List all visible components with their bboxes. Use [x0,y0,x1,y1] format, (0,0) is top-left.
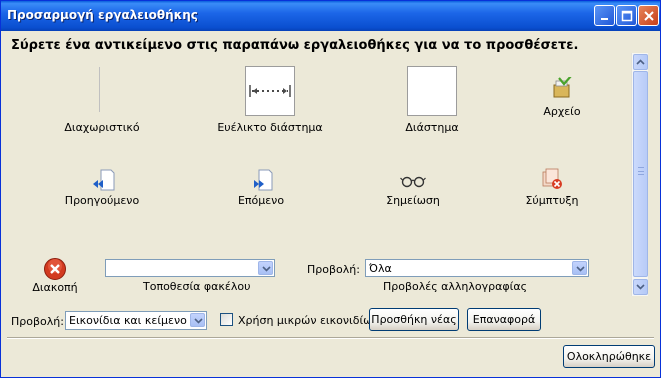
minimize-icon [601,18,608,20]
grip-icon [638,167,644,175]
item-label: Σύμπτυξη [525,194,579,207]
scroll-thumb[interactable] [633,71,648,277]
reset-button[interactable]: Επαναφορά [467,308,541,331]
stop-icon [44,258,66,280]
item-label: Αρχείο [543,105,581,118]
chevron-down-icon [194,318,203,324]
mail-views-label: Προβολές αλληλογραφίας [383,280,528,293]
folder-location-label: Τοποθεσία φακέλου [143,280,251,293]
palette-item-archive[interactable]: Αρχείο [532,77,592,119]
mail-views-prefix-label: Προβολή: [307,263,360,276]
item-label: Προηγούμενο [64,194,140,207]
done-button[interactable]: Ολοκληρώθηκε [563,345,655,368]
view-mode-dropdown-button[interactable] [190,313,205,327]
item-label: Διαχωριστικό [64,121,140,134]
maximize-button[interactable] [616,5,637,26]
maximize-icon [621,10,633,22]
flexible-space-icon [245,66,295,116]
view-mode-combo[interactable]: Εικονίδια και κείμενο [65,311,207,330]
folder-location-combo[interactable] [105,259,275,277]
item-label: Σημείωση [386,194,440,207]
palette-item-next[interactable]: Επόμενο [221,167,301,209]
palette-item-flexible-space[interactable]: Ευέλικτο διάστημα [215,65,325,137]
scroll-down-button[interactable] [633,279,648,295]
customize-toolbar-dialog: Προσαρμογή εργαλειοθήκης Σύρετε ένα αντι… [0,0,661,378]
small-icons-label[interactable]: Χρήση μικρών εικονιδίων [238,314,379,327]
next-icon [254,169,273,191]
chevron-up-icon [636,59,645,65]
archive-icon [553,77,572,98]
item-label: Ευέλικτο διάστημα [217,121,323,134]
mail-views-dropdown-button[interactable] [572,261,587,275]
scroll-up-button[interactable] [633,54,648,70]
close-button[interactable] [638,5,659,26]
chevron-down-icon [262,266,271,272]
view-mode-value: Εικονίδια και κείμενο [69,314,187,327]
small-icons-checkbox[interactable] [220,313,233,326]
item-label: Επόμενο [237,194,285,207]
chevron-down-icon [636,284,645,290]
item-label: Διακοπή [32,281,78,294]
item-label: Διάστημα [405,121,459,134]
close-icon [644,11,654,21]
collapse-icon [542,168,562,189]
palette-item-previous[interactable]: Προηγούμενο [62,167,142,209]
palette-item-space[interactable]: Διάστημα [377,65,487,137]
mail-views-value: Όλα [369,262,392,275]
folder-location-dropdown-button[interactable] [258,261,273,275]
separator-icon [99,67,100,112]
palette-item-note[interactable]: Σημείωση [373,167,453,209]
add-new-button[interactable]: Προσθήκη νέας [369,308,459,331]
title-bar[interactable]: Προσαρμογή εργαλειοθήκης [1,1,660,31]
instruction-text: Σύρετε ένα αντικείμενο στις παραπάνω εργ… [11,38,579,53]
footer-divider [7,337,654,339]
palette-item-separator[interactable]: Διαχωριστικό [57,65,147,137]
mail-views-combo[interactable]: Όλα [365,259,589,277]
space-icon [407,66,457,116]
glasses-icon [400,176,426,188]
chevron-down-icon [576,266,585,272]
palette-item-collapse[interactable]: Σύμπτυξη [512,167,592,209]
palette-vertical-scrollbar[interactable] [631,53,648,296]
palette-item-stop[interactable]: Διακοπή [27,257,83,294]
minimize-button[interactable] [594,5,615,26]
window-title: Προσαρμογή εργαλειοθήκης [7,8,198,22]
view-mode-label: Προβολή: [11,315,64,328]
previous-icon [93,169,115,191]
toolbar-item-palette: Διαχωριστικό Ευέλικτο διάστημα Διάστημα [7,53,648,296]
